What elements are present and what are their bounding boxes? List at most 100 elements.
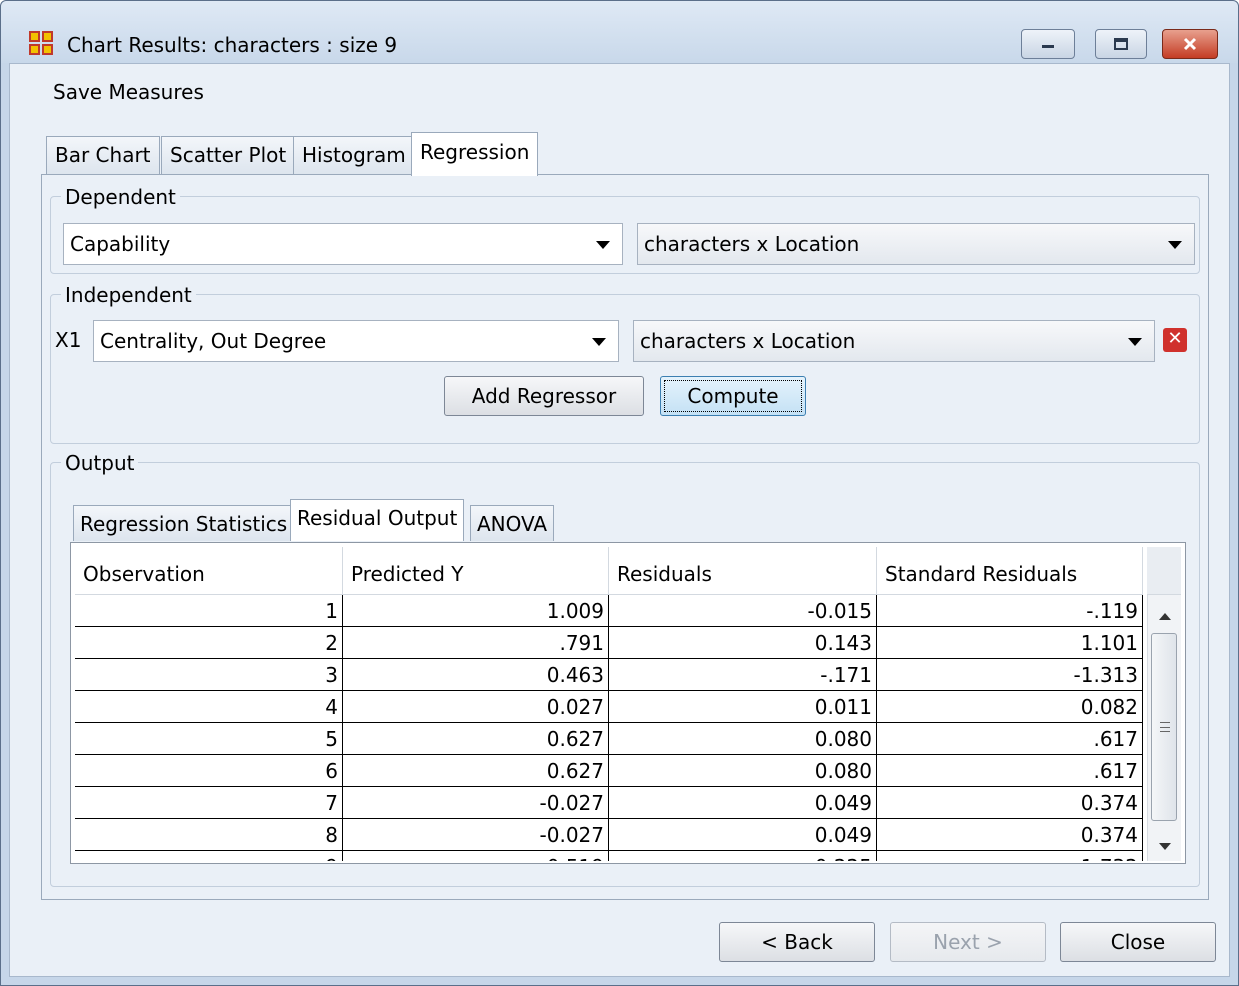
maximize-button[interactable] bbox=[1095, 29, 1147, 59]
client-area: Save Measures Bar Chart Scatter Plot His… bbox=[9, 63, 1230, 977]
table-cell: 0.143 bbox=[609, 627, 877, 659]
table-cell: 0.627 bbox=[343, 755, 609, 787]
table-cell: 8 bbox=[75, 819, 343, 851]
table-cell: -.119 bbox=[877, 595, 1143, 627]
table-cell: .791 bbox=[343, 627, 609, 659]
table-row[interactable]: 6 0.627 0.080.617 bbox=[75, 755, 1147, 787]
remove-regressor-button[interactable]: ✕ bbox=[1163, 328, 1187, 352]
add-regressor-button[interactable]: Add Regressor bbox=[444, 376, 644, 416]
table-cell: 7 bbox=[75, 787, 343, 819]
table-cell: 6 bbox=[75, 755, 343, 787]
chart-results-window: Chart Results: characters : size 9 Save … bbox=[0, 0, 1239, 986]
table-cell: 0.374 bbox=[877, 787, 1143, 819]
chevron-down-icon bbox=[1128, 338, 1142, 346]
table-row[interactable]: 90.5190.2251.732 bbox=[75, 851, 1147, 861]
dependent-measure-select[interactable]: Capability bbox=[63, 223, 623, 265]
independent-group-title: Independent bbox=[61, 283, 196, 307]
independent-group: Independent X1 Centrality, Out Degree ch… bbox=[50, 283, 1200, 444]
table-cell: -.171 bbox=[609, 659, 877, 691]
table-cell: 1.009 bbox=[343, 595, 609, 627]
table-cell: 0.049 bbox=[609, 787, 877, 819]
output-group-title: Output bbox=[61, 451, 139, 475]
remove-icon: ✕ bbox=[1167, 328, 1183, 349]
independent-network-select[interactable]: characters x Location bbox=[633, 320, 1155, 362]
table-header: Observation Predicted Y Residuals Standa… bbox=[75, 547, 1147, 595]
close-icon bbox=[1183, 37, 1197, 51]
scrollbar-thumb[interactable] bbox=[1151, 633, 1177, 821]
title-bar[interactable]: Chart Results: characters : size 9 bbox=[1, 1, 1238, 63]
x1-label: X1 bbox=[55, 328, 82, 352]
app-icon bbox=[29, 31, 53, 55]
window-title: Chart Results: characters : size 9 bbox=[67, 33, 398, 57]
close-button[interactable]: Close bbox=[1060, 922, 1216, 962]
residual-table: Observation Predicted Y Residuals Standa… bbox=[75, 547, 1147, 861]
compute-label: Compute bbox=[687, 384, 779, 408]
table-cell: 1 bbox=[75, 595, 343, 627]
table-cell: -0.015 bbox=[609, 595, 877, 627]
table-row[interactable]: 8 -0.027 0.049 0.374 bbox=[75, 819, 1147, 851]
chevron-down-icon bbox=[1168, 241, 1182, 249]
table-cell: .617 bbox=[877, 755, 1143, 787]
scroll-down-icon[interactable] bbox=[1159, 843, 1171, 850]
independent-network-value: characters x Location bbox=[640, 329, 856, 353]
tab-anova[interactable]: ANOVA bbox=[470, 505, 555, 541]
scrollbar-corner bbox=[1147, 547, 1181, 595]
tab-regression[interactable]: Regression bbox=[411, 132, 539, 176]
table-row[interactable]: 4 0.027 0.011 0.082 bbox=[75, 691, 1147, 723]
table-cell: 1.101 bbox=[877, 627, 1143, 659]
residual-table-frame: Observation Predicted Y Residuals Standa… bbox=[70, 542, 1186, 864]
table-cell: 0.225 bbox=[609, 851, 877, 861]
menu-save-measures[interactable]: Save Measures bbox=[53, 80, 204, 104]
grip-icon bbox=[1160, 722, 1170, 732]
column-header-residuals[interactable]: Residuals bbox=[609, 547, 877, 595]
table-cell: -1.313 bbox=[877, 659, 1143, 691]
tab-regression-statistics[interactable]: Regression Statistics bbox=[73, 505, 295, 541]
maximize-icon bbox=[1114, 38, 1128, 50]
table-row[interactable]: 2.791 0.143 1.101 bbox=[75, 627, 1147, 659]
table-cell: 0.049 bbox=[609, 819, 877, 851]
table-cell: 0.027 bbox=[343, 691, 609, 723]
back-button[interactable]: < Back bbox=[719, 922, 875, 962]
tab-bar-chart[interactable]: Bar Chart bbox=[46, 136, 160, 174]
table-cell: 5 bbox=[75, 723, 343, 755]
column-header-observation[interactable]: Observation bbox=[75, 547, 343, 595]
tab-histogram[interactable]: Histogram bbox=[293, 136, 415, 174]
dependent-network-value: characters x Location bbox=[644, 232, 860, 256]
table-cell: 0.463 bbox=[343, 659, 609, 691]
table-cell: 2 bbox=[75, 627, 343, 659]
compute-button[interactable]: Compute bbox=[660, 376, 806, 416]
table-row[interactable]: 7 -0.027 0.049 0.374 bbox=[75, 787, 1147, 819]
table-cell: .617 bbox=[877, 723, 1143, 755]
minimize-button[interactable] bbox=[1021, 29, 1075, 59]
table-row[interactable]: 1 1.009 -0.015 -.119 bbox=[75, 595, 1147, 627]
table-row[interactable]: 5 0.627 0.080.617 bbox=[75, 723, 1147, 755]
scroll-up-icon[interactable] bbox=[1159, 613, 1171, 620]
tab-residual-output[interactable]: Residual Output bbox=[290, 499, 465, 541]
table-cell: 0.080 bbox=[609, 755, 877, 787]
column-header-predicted-y[interactable]: Predicted Y bbox=[343, 547, 609, 595]
table-cell: 0.627 bbox=[343, 723, 609, 755]
independent-measure-select[interactable]: Centrality, Out Degree bbox=[93, 320, 619, 362]
table-cell: 0.080 bbox=[609, 723, 877, 755]
dependent-measure-value: Capability bbox=[70, 232, 171, 256]
next-button[interactable]: Next > bbox=[890, 922, 1046, 962]
dependent-network-select[interactable]: characters x Location bbox=[637, 223, 1195, 265]
table-row[interactable]: 3 0.463 -.171 -1.313 bbox=[75, 659, 1147, 691]
close-window-button[interactable] bbox=[1162, 29, 1218, 59]
menu-bar: Save Measures bbox=[10, 64, 1229, 114]
table-cell: 3 bbox=[75, 659, 343, 691]
table-scrollbar[interactable] bbox=[1147, 547, 1181, 861]
table-cell: 4 bbox=[75, 691, 343, 723]
dependent-group: Dependent Capability characters x Locati… bbox=[50, 185, 1200, 274]
table-cell: -0.027 bbox=[343, 819, 609, 851]
table-cell: -0.027 bbox=[343, 787, 609, 819]
table-cell: 0.519 bbox=[343, 851, 609, 861]
dependent-group-title: Dependent bbox=[61, 185, 180, 209]
tab-scatter-plot[interactable]: Scatter Plot bbox=[161, 136, 296, 174]
chevron-down-icon bbox=[596, 241, 610, 249]
table-cell: 1.732 bbox=[877, 851, 1143, 861]
independent-measure-value: Centrality, Out Degree bbox=[100, 329, 327, 353]
minimize-icon bbox=[1042, 45, 1054, 48]
table-cell: 0.374 bbox=[877, 819, 1143, 851]
column-header-standard-residuals[interactable]: Standard Residuals bbox=[877, 547, 1143, 595]
